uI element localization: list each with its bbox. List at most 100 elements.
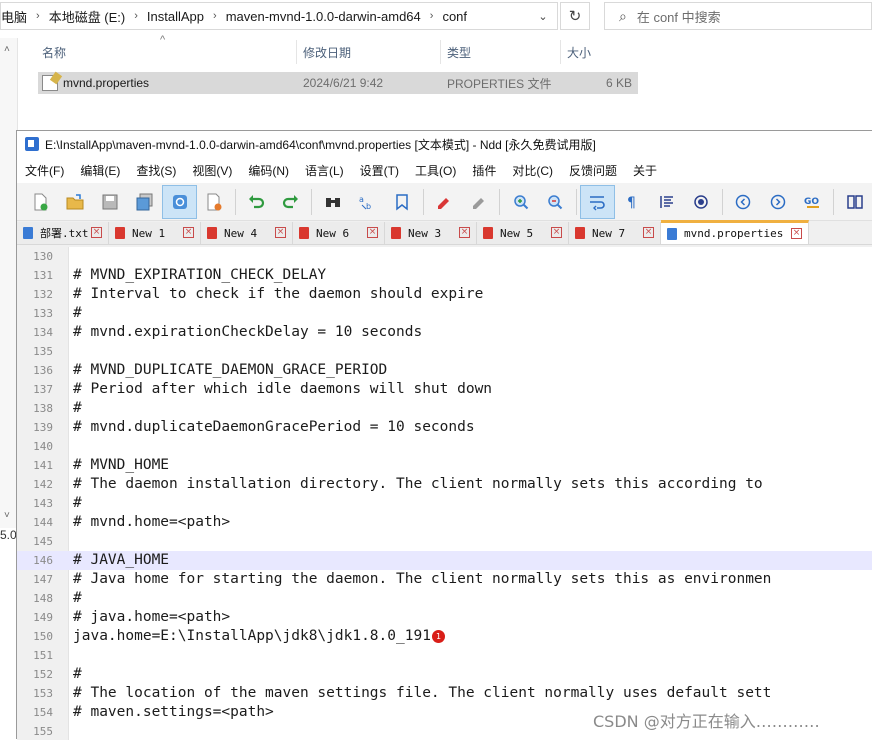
file-tab[interactable]: mvnd.properties × — [661, 220, 809, 244]
code-text[interactable]: java.home=E:\InstallApp\jdk8\jdk1.8.0_19… — [73, 627, 431, 646]
clear-marker-icon[interactable] — [461, 185, 496, 219]
menu-item[interactable]: 插件 — [472, 162, 496, 179]
menu-item[interactable]: 语言(L) — [305, 162, 344, 179]
goto-line-icon[interactable]: GO — [795, 185, 830, 219]
code-text[interactable]: # MVND_DUPLICATE_DAEMON_GRACE_PERIOD — [73, 361, 387, 380]
code-line[interactable]: 145 — [17, 532, 872, 551]
chevron-down-icon[interactable]: ⌄ — [529, 3, 557, 29]
file-tab[interactable]: New 7 × — [569, 222, 661, 244]
breadcrumb-separator[interactable]: › — [125, 7, 147, 26]
address-bar[interactable]: 电脑 › 本地磁盘 (E:) › InstallApp › maven-mvnd-1.0.0… — [0, 2, 558, 30]
chevron-right-icon[interactable]: › — [134, 10, 138, 22]
word-wrap-icon[interactable] — [579, 184, 615, 219]
close-file-icon[interactable] — [197, 185, 232, 219]
code-line[interactable]: 149 # java.home=<path> — [17, 608, 872, 627]
chevron-down-icon[interactable]: ˅ — [4, 510, 10, 521]
code-line[interactable]: 147 # Java home for starting the daemon. … — [17, 570, 872, 589]
code-line[interactable]: 150 java.home=E:\InstallApp\jdk8\jdk1.8.0… — [17, 627, 872, 646]
code-editor[interactable]: 130 131 # MVND_EXPIRATION_CHECK_DELAY 132 # … — [17, 247, 872, 740]
code-line[interactable]: 138 # — [17, 399, 872, 418]
code-line[interactable]: 139 # mvnd.duplicateDaemonGracePeriod = 1… — [17, 418, 872, 437]
close-icon[interactable]: × — [551, 227, 562, 238]
file-tab[interactable]: New 5 × — [477, 222, 569, 244]
redo-icon[interactable] — [274, 185, 309, 219]
indent-guide-icon[interactable] — [649, 185, 684, 219]
code-text[interactable]: # — [73, 665, 82, 684]
code-line[interactable]: 141 # MVND_HOME — [17, 456, 872, 475]
code-text[interactable]: # The daemon installation directory. The… — [73, 475, 763, 494]
code-text[interactable]: # Interval to check if the daemon should… — [73, 285, 483, 304]
zoom-in-icon[interactable] — [503, 185, 538, 219]
code-line[interactable]: 130 — [17, 247, 872, 266]
file-tab[interactable]: New 4 × — [201, 222, 293, 244]
code-text[interactable]: # Period after which idle daemons will s… — [73, 380, 492, 399]
close-icon[interactable]: × — [91, 227, 102, 238]
menu-item[interactable]: 编辑(E) — [80, 162, 120, 179]
code-line[interactable]: 137 # Period after which idle daemons wil… — [17, 380, 872, 399]
menu-item[interactable]: 关于 — [633, 162, 657, 179]
breadcrumb-separator[interactable]: › — [27, 7, 49, 26]
close-icon[interactable]: × — [275, 227, 286, 238]
save-icon[interactable] — [93, 185, 128, 219]
record-macro-icon[interactable] — [684, 185, 719, 219]
code-text[interactable]: # mvnd.home=<path> — [73, 513, 230, 532]
code-text[interactable]: # Java home for starting the daemon. The… — [73, 570, 771, 589]
column-header-name[interactable]: 名称 — [42, 38, 66, 66]
menu-item[interactable]: 查找(S) — [136, 162, 176, 179]
code-text[interactable]: # — [73, 399, 82, 418]
code-text[interactable]: # — [73, 494, 82, 513]
code-text[interactable]: # MVND_EXPIRATION_CHECK_DELAY — [73, 266, 326, 285]
menu-item[interactable]: 编码(N) — [248, 162, 289, 179]
replace-icon[interactable]: ab — [350, 185, 385, 219]
close-icon[interactable]: × — [183, 227, 194, 238]
code-line[interactable]: 153 # The location of the maven settings … — [17, 684, 872, 703]
chevron-right-icon[interactable]: › — [430, 10, 434, 22]
show-symbols-icon[interactable]: ¶ — [615, 185, 650, 219]
column-divider[interactable] — [560, 40, 561, 64]
breadcrumb-separator[interactable]: › — [421, 7, 443, 26]
file-tab[interactable]: New 6 × — [293, 222, 385, 244]
refresh-icon[interactable]: ↻ — [560, 2, 590, 30]
chevron-right-icon[interactable]: › — [36, 10, 40, 22]
code-line[interactable]: 148 # — [17, 589, 872, 608]
file-tab[interactable]: 部署.txt × — [17, 222, 109, 244]
file-row[interactable]: mvnd.properties 2024/6/21 9:42 PROPERTIE… — [38, 72, 638, 94]
file-tab[interactable]: New 3 × — [385, 222, 477, 244]
code-line[interactable]: 133 # — [17, 304, 872, 323]
code-line[interactable]: 144 # mvnd.home=<path> — [17, 513, 872, 532]
code-line[interactable]: 146 # JAVA_HOME — [17, 551, 872, 570]
save-all-icon[interactable] — [127, 185, 162, 219]
code-text[interactable]: # mvnd.duplicateDaemonGracePeriod = 10 s… — [73, 418, 475, 437]
breadcrumb-item[interactable]: maven-mvnd-1.0.0-darwin-amd64 — [226, 7, 421, 26]
code-line[interactable]: 135 — [17, 342, 872, 361]
code-text[interactable]: # java.home=<path> — [73, 608, 230, 627]
column-divider[interactable] — [440, 40, 441, 64]
breadcrumb-item[interactable]: conf — [442, 7, 467, 26]
previous-icon[interactable] — [726, 185, 761, 219]
close-icon[interactable]: × — [367, 227, 378, 238]
new-file-icon[interactable] — [23, 185, 58, 219]
menu-item[interactable]: 工具(O) — [415, 162, 456, 179]
code-text[interactable]: # mvnd.expirationCheckDelay = 10 seconds — [73, 323, 422, 342]
column-header-type[interactable]: 类型 — [447, 38, 471, 66]
bookmark-icon[interactable] — [385, 185, 420, 219]
code-text[interactable]: # MVND_HOME — [73, 456, 169, 475]
breadcrumb-item[interactable]: 电脑 — [1, 7, 27, 26]
text-mode-icon[interactable] — [162, 184, 197, 219]
open-folder-icon[interactable] — [58, 185, 93, 219]
column-header-date[interactable]: 修改日期 — [303, 38, 351, 66]
search-input[interactable]: ⌕ 在 conf 中搜索 — [604, 2, 872, 30]
code-text[interactable]: # The location of the maven settings fil… — [73, 684, 771, 703]
code-text[interactable]: # — [73, 589, 82, 608]
menu-item[interactable]: 文件(F) — [25, 162, 64, 179]
menu-item[interactable]: 对比(C) — [512, 162, 553, 179]
breadcrumb-item[interactable]: 本地磁盘 (E:) — [49, 7, 126, 26]
column-divider[interactable] — [296, 40, 297, 64]
menu-item[interactable]: 设置(T) — [360, 162, 399, 179]
menu-item[interactable]: 视图(V) — [192, 162, 232, 179]
zoom-out-icon[interactable] — [538, 185, 573, 219]
menu-item[interactable]: 反馈问题 — [569, 162, 617, 179]
code-line[interactable]: 143 # — [17, 494, 872, 513]
marker-icon[interactable] — [427, 185, 462, 219]
code-line[interactable]: 134 # mvnd.expirationCheckDelay = 10 seco… — [17, 323, 872, 342]
